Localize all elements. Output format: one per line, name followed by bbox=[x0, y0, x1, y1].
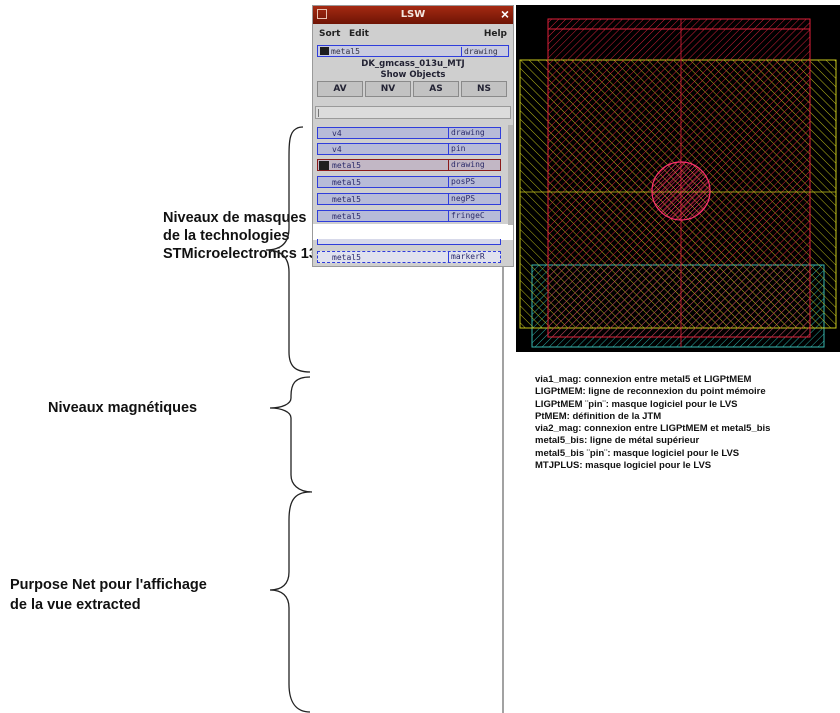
filter-cursor bbox=[318, 109, 319, 117]
purpose-net-brace bbox=[269, 491, 311, 713]
mtj-item: metal5_bis ¨pin¨: masque logiciel pour l… bbox=[535, 447, 740, 459]
purpose-net-line-1: Purpose Net pour l'affichage bbox=[10, 577, 207, 593]
list-scrollbar[interactable] bbox=[508, 125, 513, 225]
title-bar: LSW × bbox=[313, 6, 513, 24]
show-objects-button[interactable]: Show Objects bbox=[317, 70, 509, 81]
layer-purpose: markerR bbox=[448, 252, 498, 262]
mtj-item: via2_mag: connexion entre LIGPtMEM et me… bbox=[535, 423, 771, 435]
mtj-item: LIGPtMEM ¨pin¨: masque logiciel pour le … bbox=[535, 398, 738, 410]
mtj-item: metal5_bis: ligne de métal supérieur bbox=[535, 435, 700, 447]
filter-field[interactable] bbox=[315, 106, 511, 119]
masks-line-2: de la technologies bbox=[163, 228, 290, 244]
menu-edit[interactable]: Edit bbox=[349, 29, 369, 39]
masks-annotation: Niveaux de masques de la technologies ST… bbox=[163, 209, 334, 263]
mtj-item: PtMEM: définition de la JTM bbox=[535, 410, 662, 422]
layer-name: metal5 bbox=[332, 178, 361, 187]
lsw-window: LSW × Sort Edit Help metal5 drawing DK_g… bbox=[312, 5, 514, 267]
layer-name: v4 bbox=[332, 145, 342, 154]
layer-row-metal5-markerr[interactable]: metal5 markerR bbox=[317, 251, 501, 263]
current-layer-name: metal5 bbox=[331, 47, 360, 56]
layer-purpose: drawing bbox=[448, 128, 498, 138]
layer-row-metal5-negps[interactable]: metal5 negPS bbox=[317, 193, 501, 205]
layer-purpose: pin bbox=[448, 144, 498, 154]
layout-canvas[interactable] bbox=[516, 5, 840, 352]
current-layer-purpose: drawing bbox=[461, 47, 506, 56]
layer-row-v4-drawing[interactable]: v4 drawing bbox=[317, 127, 501, 139]
masks-line-1: Niveaux de masques bbox=[163, 210, 307, 226]
layer-swatch bbox=[319, 161, 329, 170]
layer-row-metal5-posps[interactable]: metal5 posPS bbox=[317, 176, 501, 188]
library-name: DK_gmcass_013u_MTJ bbox=[361, 59, 465, 69]
layout-drawing bbox=[519, 18, 837, 348]
av-button[interactable]: AV bbox=[317, 81, 363, 97]
layer-name: metal5 bbox=[332, 161, 361, 170]
layer-purpose: posPS bbox=[448, 177, 498, 187]
purpose-net-line-2: de la vue extracted bbox=[10, 597, 141, 613]
layer-name: v4 bbox=[332, 129, 342, 138]
close-icon[interactable]: × bbox=[501, 6, 509, 22]
layer-name: metal5 bbox=[332, 195, 361, 204]
layer-row-metal5-drawing[interactable]: metal5 drawing bbox=[317, 159, 501, 171]
menu-sort[interactable]: Sort bbox=[319, 29, 340, 39]
current-layer-swatch bbox=[320, 47, 329, 55]
mtj-item: LIGPtMEM: ligne de reconnexion du point … bbox=[535, 386, 766, 398]
magnetic-brace bbox=[269, 376, 313, 493]
layer-purpose: negPS bbox=[448, 194, 498, 204]
layer-list: v4 drawing v4 pin metal5 drawing metal5 … bbox=[313, 123, 513, 266]
ns-button[interactable]: NS bbox=[461, 81, 507, 97]
list-gap bbox=[313, 224, 513, 240]
layer-name: metal5 bbox=[332, 212, 361, 221]
current-layer-field[interactable]: metal5 drawing bbox=[317, 45, 509, 57]
layer-row-metal5-fringec[interactable]: metal5 fringeC bbox=[317, 210, 501, 222]
purpose-net-annotation: Purpose Net pour l'affichage de la vue e… bbox=[10, 575, 207, 615]
nv-button[interactable]: NV bbox=[365, 81, 411, 97]
ptmem-jtm-circle bbox=[651, 161, 711, 221]
layer-row-v4-pin[interactable]: v4 pin bbox=[317, 143, 501, 155]
menu-help[interactable]: Help bbox=[484, 29, 507, 39]
mtj-layer-descriptions: via1_mag: connexion entre metal5 et LIGP… bbox=[535, 374, 770, 472]
mtj-item: MTJPLUS: masque logiciel pour le LVS bbox=[535, 460, 712, 472]
layer-name: metal5 bbox=[332, 253, 361, 262]
mtj-item: via1_mag: connexion entre metal5 et LIGP… bbox=[535, 374, 752, 385]
menu-bar: Sort Edit Help bbox=[313, 26, 513, 44]
window-title: LSW bbox=[400, 9, 426, 20]
layer-purpose: drawing bbox=[448, 160, 498, 170]
masks-line-3: STMicroelectronics 130n bbox=[163, 246, 334, 262]
layer-row-partial[interactable] bbox=[317, 239, 501, 245]
as-button[interactable]: AS bbox=[413, 81, 459, 97]
layer-purpose: fringeC bbox=[448, 211, 498, 221]
magnetic-annotation: Niveaux magnétiques bbox=[48, 400, 198, 416]
